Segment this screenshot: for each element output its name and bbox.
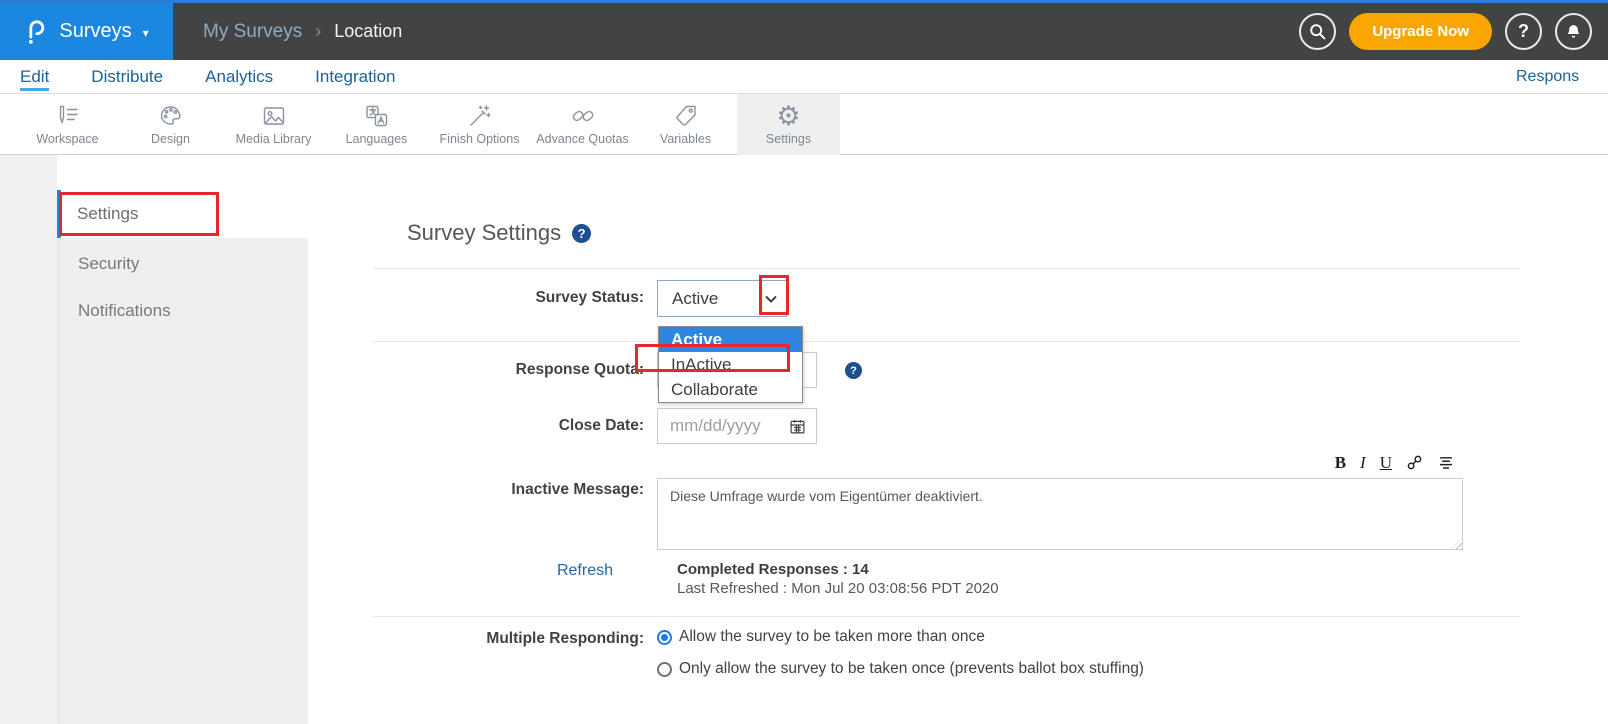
upgrade-now-button[interactable]: Upgrade Now	[1349, 13, 1492, 50]
palette-icon	[158, 103, 184, 129]
toolbar-label: Media Library	[236, 132, 312, 146]
notifications-button[interactable]	[1555, 13, 1592, 50]
radio-selected-icon[interactable]	[657, 630, 672, 645]
header-actions: Upgrade Now ?	[1299, 3, 1592, 60]
title-help-icon[interactable]: ?	[572, 224, 591, 243]
toolbar-media-library[interactable]: Media Library	[222, 94, 325, 155]
tab-distribute[interactable]: Distribute	[91, 68, 163, 85]
toolbar-advance-quotas[interactable]: Advance Quotas	[531, 94, 634, 155]
breadcrumb-separator: ›	[315, 21, 321, 42]
response-quota-help-icon[interactable]: ?	[845, 362, 862, 379]
page-title-row: Survey Settings ?	[407, 220, 591, 246]
underline-button[interactable]: U	[1380, 454, 1392, 471]
search-icon	[1308, 22, 1327, 41]
workspace-icon	[55, 103, 81, 129]
gear-icon: ⚙	[776, 103, 800, 129]
survey-status-value: Active	[672, 289, 718, 309]
help-button[interactable]: ?	[1505, 13, 1542, 50]
toolbar-workspace[interactable]: Workspace	[16, 94, 119, 155]
edit-toolbar: Workspace Design Media Library	[0, 94, 1608, 155]
divider	[373, 268, 1520, 269]
close-date-field[interactable]	[657, 408, 817, 444]
multiple-responding-label: Multiple Responding:	[373, 631, 644, 647]
chevron-down-icon: ▾	[143, 26, 149, 40]
product-switcher[interactable]: Surveys ▾	[0, 3, 173, 60]
survey-status-dropdown: Active InActive Collaborate	[658, 326, 803, 403]
radio-option-text: Only allow the survey to be taken once (…	[679, 660, 1144, 678]
product-name: Surveys	[59, 20, 131, 43]
breadcrumb-my-surveys[interactable]: My Surveys	[203, 21, 302, 43]
insert-link-icon[interactable]	[1406, 454, 1423, 471]
question-mark-icon: ?	[1518, 21, 1529, 42]
sidebar-item-security[interactable]: Security	[57, 240, 308, 288]
translate-icon	[364, 103, 390, 129]
toolbar-label: Settings	[766, 132, 811, 146]
inactive-message-label: Inactive Message:	[373, 482, 644, 498]
text-format-toolbar: B I U	[657, 452, 1463, 472]
radio-option-only-once[interactable]: Only allow the survey to be taken once (…	[657, 660, 1144, 678]
survey-status-label: Survey Status:	[373, 290, 644, 306]
breadcrumb-current: Location	[334, 21, 402, 42]
page-title: Survey Settings	[407, 220, 561, 246]
bold-button[interactable]: B	[1335, 454, 1346, 471]
toolbar-items: Workspace Design Media Library	[16, 94, 840, 155]
survey-status-select[interactable]: Active	[657, 280, 787, 317]
bell-icon	[1564, 22, 1583, 41]
align-text-icon[interactable]	[1437, 454, 1455, 471]
left-margin-strip	[0, 155, 57, 724]
completed-responses-count: Completed Responses : 14	[677, 561, 869, 578]
option-inactive[interactable]: InActive	[659, 352, 802, 377]
toolbar-label: Design	[151, 132, 190, 146]
option-collaborate[interactable]: Collaborate	[659, 377, 802, 402]
toolbar-finish-options[interactable]: Finish Options	[428, 94, 531, 155]
toolbar-variables[interactable]: Variables	[634, 94, 737, 155]
response-quota-label: Response Quota:	[373, 362, 644, 378]
calendar-icon[interactable]	[789, 418, 806, 435]
tab-integration[interactable]: Integration	[315, 68, 395, 85]
divider	[373, 341, 1520, 342]
tab-responses-partial[interactable]: Respons	[1516, 60, 1579, 94]
toolbar-languages[interactable]: Languages	[325, 94, 428, 155]
tag-icon	[673, 103, 699, 129]
survey-tabs: Edit Distribute Analytics Integration	[0, 60, 1608, 94]
radio-unselected-icon[interactable]	[657, 662, 672, 677]
toolbar-label: Finish Options	[440, 132, 520, 146]
survey-settings-panel: Survey Settings ? Survey Status: Active …	[308, 155, 1608, 724]
last-refreshed-timestamp: Last Refreshed : Mon Jul 20 03:08:56 PDT…	[677, 580, 999, 597]
close-date-label: Close Date:	[373, 418, 644, 434]
refresh-link[interactable]: Refresh	[373, 563, 644, 579]
magic-wand-icon	[467, 103, 493, 129]
image-icon	[261, 103, 287, 129]
app-window: Surveys ▾ My Surveys › Location Upgrade …	[0, 0, 1608, 724]
toolbar-label: Workspace	[36, 132, 98, 146]
sidebar-item-settings[interactable]: Settings	[57, 190, 308, 238]
toolbar-label: Advance Quotas	[536, 132, 628, 146]
divider	[373, 616, 1520, 617]
header-bar: Surveys ▾ My Surveys › Location Upgrade …	[0, 3, 1608, 60]
chevron-down-icon	[765, 295, 777, 303]
italic-button[interactable]: I	[1360, 454, 1366, 471]
questionpro-logo-icon	[24, 17, 48, 47]
toolbar-label: Languages	[346, 132, 408, 146]
toolbar-label: Variables	[660, 132, 711, 146]
option-active[interactable]: Active	[659, 327, 802, 352]
toolbar-settings[interactable]: ⚙ Settings	[737, 94, 840, 155]
radio-option-allow-multiple[interactable]: Allow the survey to be taken more than o…	[657, 628, 985, 646]
radio-option-text: Allow the survey to be taken more than o…	[679, 628, 985, 646]
toolbar-design[interactable]: Design	[119, 94, 222, 155]
search-button[interactable]	[1299, 13, 1336, 50]
tab-edit[interactable]: Edit	[20, 68, 49, 91]
chain-link-icon	[570, 103, 596, 129]
breadcrumb: My Surveys › Location	[203, 3, 402, 60]
tab-analytics[interactable]: Analytics	[205, 68, 273, 85]
sidebar-item-notifications[interactable]: Notifications	[57, 287, 308, 335]
inactive-message-textarea[interactable]: Diese Umfrage wurde vom Eigentümer deakt…	[657, 478, 1463, 550]
close-date-input[interactable]	[658, 416, 789, 436]
